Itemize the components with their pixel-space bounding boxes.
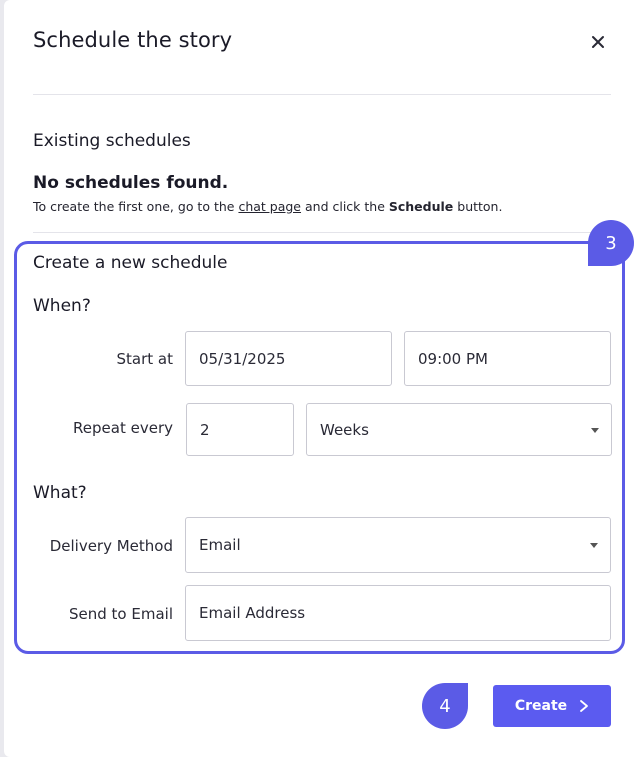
existing-schedules-heading: Existing schedules — [33, 131, 191, 151]
dialog-title: Schedule the story — [33, 28, 233, 52]
empty-desc-bold: Schedule — [388, 199, 454, 214]
empty-desc-suffix: button. — [453, 199, 503, 214]
chevron-right-icon — [580, 700, 589, 712]
create-button-label: Create — [514, 698, 568, 714]
empty-state-description: To create the first one, go to the chat … — [33, 199, 502, 214]
empty-desc-prefix: To create the first one, go to the — [33, 199, 239, 214]
create-button[interactable]: Create — [493, 685, 611, 727]
step-4-badge: 4 — [422, 683, 468, 729]
empty-desc-middle: and click the — [301, 199, 389, 214]
section-divider — [33, 232, 611, 233]
create-section-highlight — [14, 241, 625, 654]
step-4-number: 4 — [439, 695, 451, 717]
header-divider — [33, 94, 611, 95]
step-3-badge: 3 — [588, 220, 634, 266]
close-icon[interactable] — [587, 31, 609, 53]
chat-page-link[interactable]: chat page — [238, 199, 301, 214]
step-3-number: 3 — [605, 232, 617, 254]
empty-state-title: No schedules found. — [33, 173, 229, 193]
